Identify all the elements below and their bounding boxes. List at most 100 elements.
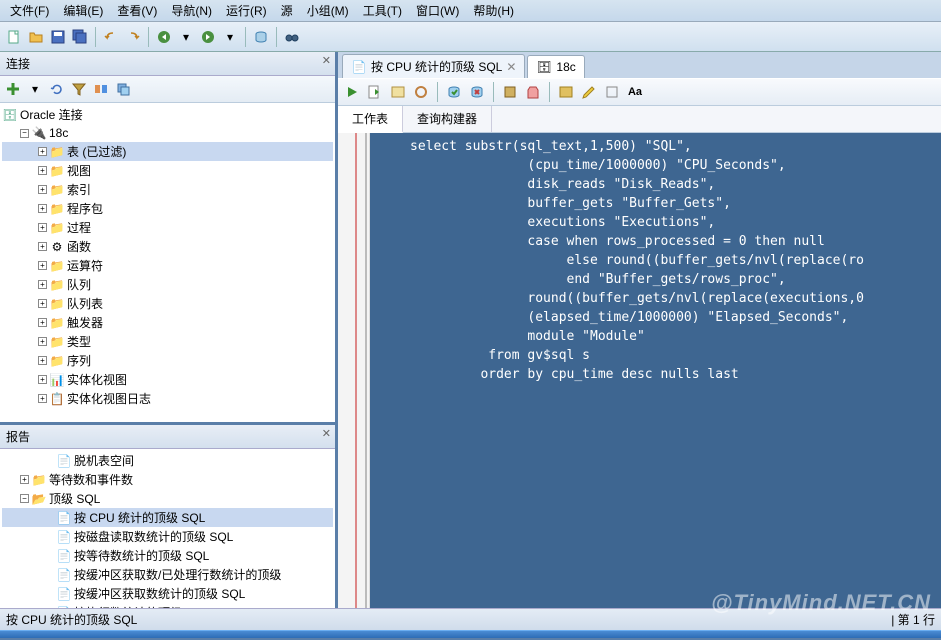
folder-icon: 📁	[49, 220, 65, 236]
report-item-cpu[interactable]: 📄按 CPU 统计的顶级 SQL	[2, 508, 333, 527]
run-icon[interactable]	[342, 82, 362, 102]
menu-view[interactable]: 查看(V)	[111, 0, 163, 21]
tab-report[interactable]: 📄按 CPU 统计的顶级 SQL✕	[342, 54, 525, 78]
clear-icon[interactable]	[523, 82, 543, 102]
menu-navigate[interactable]: 导航(N)	[165, 0, 218, 21]
tree-node-views[interactable]: +📁视图	[2, 161, 333, 180]
tab-18c[interactable]: 🗄18c	[527, 55, 584, 78]
refresh-icon[interactable]	[47, 79, 67, 99]
tree-node-queue-tables[interactable]: +📁队列表	[2, 294, 333, 313]
dropdown-icon[interactable]: ▾	[25, 79, 45, 99]
add-icon[interactable]	[3, 79, 23, 99]
expand-icon[interactable]: +	[38, 261, 47, 270]
tree-node-packages[interactable]: +📁程序包	[2, 199, 333, 218]
editor[interactable]: select substr(sql_text,1,500) "SQL", (cp…	[338, 133, 941, 608]
expand-icon[interactable]: +	[38, 299, 47, 308]
tab-query-builder[interactable]: 查询构建器	[403, 106, 492, 132]
reports-tree[interactable]: 📄脱机表空间 +📁等待数和事件数 −📂顶级 SQL 📄按 CPU 统计的顶级 S…	[0, 449, 335, 608]
edit-icon[interactable]	[579, 82, 599, 102]
tree-node-functions[interactable]: +⚙函数	[2, 237, 333, 256]
report-node-top-sql[interactable]: −📂顶级 SQL	[2, 489, 333, 508]
report-node[interactable]: +📁等待数和事件数	[2, 470, 333, 489]
settings-icon[interactable]	[602, 82, 622, 102]
tree-node-types[interactable]: +📁类型	[2, 332, 333, 351]
sql-icon[interactable]	[251, 27, 271, 47]
copy-icon[interactable]	[113, 79, 133, 99]
toggle-icon[interactable]	[91, 79, 111, 99]
tree-node-operators[interactable]: +📁运算符	[2, 256, 333, 275]
explain-icon[interactable]	[388, 82, 408, 102]
tree-node-mview-logs[interactable]: +📋实体化视图日志	[2, 389, 333, 408]
folder-icon: 📁	[49, 296, 65, 312]
tree-db[interactable]: −🔌18c	[2, 124, 333, 142]
expand-icon[interactable]: +	[38, 185, 47, 194]
save-all-icon[interactable]	[70, 27, 90, 47]
forward-icon[interactable]	[198, 27, 218, 47]
close-icon[interactable]: ✕	[322, 54, 331, 67]
run-script-icon[interactable]	[365, 82, 385, 102]
save-icon[interactable]	[48, 27, 68, 47]
case-icon[interactable]: Aa	[625, 82, 645, 102]
filter-icon[interactable]	[69, 79, 89, 99]
dropdown-icon[interactable]: ▾	[220, 27, 240, 47]
menu-source[interactable]: 源	[275, 0, 299, 21]
expand-icon[interactable]: +	[38, 242, 47, 251]
new-icon[interactable]	[4, 27, 24, 47]
close-icon[interactable]: ✕	[322, 427, 331, 440]
expand-icon[interactable]: +	[38, 204, 47, 213]
dropdown-icon[interactable]: ▾	[176, 27, 196, 47]
commit-icon[interactable]	[444, 82, 464, 102]
redo-icon[interactable]	[123, 27, 143, 47]
menu-help[interactable]: 帮助(H)	[467, 0, 520, 21]
expand-icon[interactable]: +	[38, 166, 47, 175]
collapse-icon[interactable]: −	[20, 129, 29, 138]
report-icon: 📄	[351, 59, 367, 75]
menu-file[interactable]: 文件(F)	[4, 0, 55, 21]
expand-icon[interactable]: +	[20, 475, 29, 484]
report-item[interactable]: 📄按执行数统计的顶级 SQL	[2, 603, 333, 608]
right-panel: 📄按 CPU 统计的顶级 SQL✕ 🗄18c Aa 工作表 查询构建器	[338, 52, 941, 608]
sql-history-icon[interactable]	[556, 82, 576, 102]
tree-root[interactable]: 🗄Oracle 连接	[2, 105, 333, 124]
report-node[interactable]: 📄脱机表空间	[2, 451, 333, 470]
report-item[interactable]: 📄按磁盘读取数统计的顶级 SQL	[2, 527, 333, 546]
expand-icon[interactable]: +	[38, 394, 47, 403]
autotrace-icon[interactable]	[411, 82, 431, 102]
binoculars-icon[interactable]	[282, 27, 302, 47]
expand-icon[interactable]: +	[38, 223, 47, 232]
tab-worksheet[interactable]: 工作表	[338, 106, 403, 133]
collapse-icon[interactable]: −	[20, 494, 29, 503]
menu-edit[interactable]: 编辑(E)	[57, 0, 109, 21]
undo-icon[interactable]	[101, 27, 121, 47]
report-item[interactable]: 📄按等待数统计的顶级 SQL	[2, 546, 333, 565]
menu-run[interactable]: 运行(R)	[220, 0, 273, 21]
menu-team[interactable]: 小组(M)	[301, 0, 355, 21]
back-icon[interactable]	[154, 27, 174, 47]
tree-node-queues[interactable]: +📁队列	[2, 275, 333, 294]
sql-code[interactable]: select substr(sql_text,1,500) "SQL", (cp…	[370, 133, 941, 608]
tree-node-sequences[interactable]: +📁序列	[2, 351, 333, 370]
report-item[interactable]: 📄按缓冲区获取数/已处理行数统计的顶级	[2, 565, 333, 584]
expand-icon[interactable]: +	[38, 356, 47, 365]
open-icon[interactable]	[26, 27, 46, 47]
menu-tools[interactable]: 工具(T)	[357, 0, 408, 21]
os-taskbar	[0, 630, 941, 638]
rollback-icon[interactable]	[467, 82, 487, 102]
tree-node-indexes[interactable]: +📁索引	[2, 180, 333, 199]
expand-icon[interactable]: +	[38, 375, 47, 384]
folder-icon: 📁	[49, 334, 65, 350]
connections-tree[interactable]: 🗄Oracle 连接 −🔌18c +📁表 (已过滤) +📁视图 +📁索引 +📁程…	[0, 103, 335, 422]
expand-icon[interactable]: +	[38, 337, 47, 346]
report-item[interactable]: 📄按缓冲区获取数统计的顶级 SQL	[2, 584, 333, 603]
expand-icon[interactable]: +	[38, 147, 47, 156]
unshared-icon[interactable]	[500, 82, 520, 102]
tree-node-procedures[interactable]: +📁过程	[2, 218, 333, 237]
status-text: 按 CPU 统计的顶级 SQL	[6, 611, 137, 628]
expand-icon[interactable]: +	[38, 280, 47, 289]
expand-icon[interactable]: +	[38, 318, 47, 327]
close-icon[interactable]: ✕	[506, 60, 516, 74]
tree-node-triggers[interactable]: +📁触发器	[2, 313, 333, 332]
menu-window[interactable]: 窗口(W)	[410, 0, 465, 21]
tree-node-tables[interactable]: +📁表 (已过滤)	[2, 142, 333, 161]
tree-node-mviews[interactable]: +📊实体化视图	[2, 370, 333, 389]
